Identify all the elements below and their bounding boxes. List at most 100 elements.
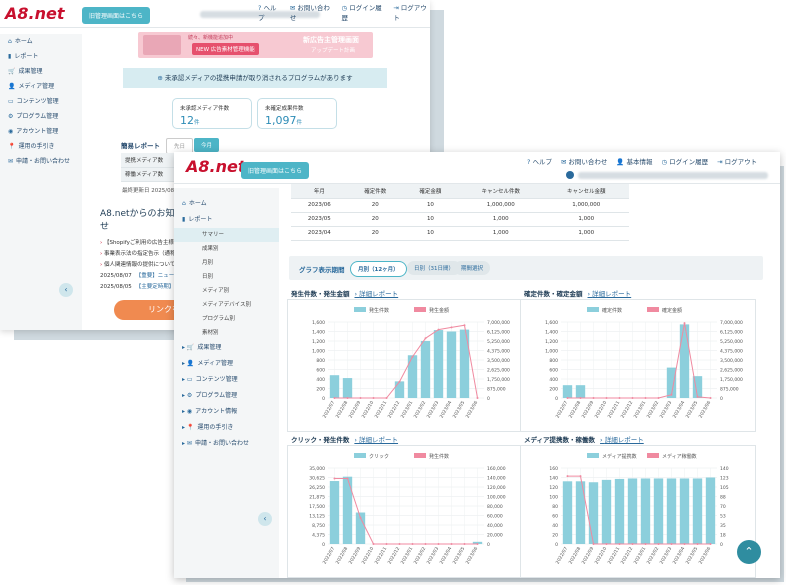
x-tick-label: 2023/03 [426, 546, 441, 565]
bar [679, 324, 690, 398]
y-tick-right: 70 [720, 504, 726, 510]
sidebar-item[interactable]: ⚙ プログラム管理 [0, 109, 82, 124]
sidebar-icon: ▮ [182, 216, 186, 223]
report-sub-item[interactable]: プログラム別 [174, 312, 279, 326]
line-point [333, 397, 336, 399]
nav-front_window-4[interactable]: ⇥ ログアウト [717, 156, 757, 166]
y-tick-right: 6,125,000 [720, 330, 743, 336]
x-tick-label: 2022/09 [581, 546, 596, 565]
legend-swatch-bar [587, 307, 599, 312]
x-tick-label: 2022/11 [374, 546, 389, 565]
period-daily-button[interactable]: 日別（31日間） [407, 261, 461, 275]
sidebar-item[interactable]: ▮ レポート [174, 212, 279, 228]
a8net-logo[interactable]: A8.net [5, 4, 64, 23]
chart-svg: メディア提携数 メディア稼働数 0 0 20 18 40 35 60 53 80 70 100 88 120… [549, 453, 729, 565]
old-screen-button[interactable]: 旧管理画面はこちら [241, 162, 310, 179]
y-tick-left: 0 [555, 542, 558, 548]
sidebar-item[interactable]: ▮ レポート [0, 49, 82, 64]
line-point [618, 543, 621, 545]
legend-swatch-line [414, 453, 426, 458]
sidebar-item[interactable]: 🛒 成果管理 [0, 64, 82, 79]
report-sub-item[interactable]: 成果別 [174, 242, 279, 256]
sidebar-collapse-button[interactable]: ‹ [258, 512, 272, 526]
sidebar-item[interactable]: ⌂ ホーム [174, 196, 279, 212]
report-sub-item[interactable]: 日別 [174, 270, 279, 284]
bar [342, 476, 353, 544]
nav-back_window-1[interactable]: ✉ お問い合わせ [290, 2, 333, 22]
table-cell: 10 [402, 198, 459, 213]
top-nav: ? ヘルプ ✉ お問い合わせ ◷ ログイン履歴 ⇥ ログアウト [258, 2, 430, 22]
report-sub-item[interactable]: メディアデバイス別 [174, 298, 279, 312]
sidebar-icon: ⚙ [8, 113, 14, 120]
legend-swatch-line [414, 307, 426, 312]
legend-swatch-line [647, 453, 659, 458]
nav-front_window-3[interactable]: ◷ ログイン履歴 [662, 156, 709, 166]
sidebar-item[interactable]: 👤 メディア管理 [0, 79, 82, 94]
card-unapproved-media[interactable]: 未承認メディア件数 12件 [172, 98, 252, 129]
sidebar-item[interactable]: ▭ コンテンツ管理 [0, 94, 82, 109]
card-value: 1,097件 [265, 114, 303, 127]
nav-front_window-0[interactable]: ? ヘルプ [527, 156, 552, 166]
sidebar-item[interactable]: ✉ 申請・お問い合わせ [0, 154, 82, 169]
report-window: A8.net 旧管理画面はこちら ? ヘルプ ✉ お問い合わせ 👤 基本情報 ◷ ログイン履歴… [174, 152, 780, 578]
sidebar-collapse-button[interactable]: ‹ [59, 283, 73, 297]
report-sub-item[interactable]: メディア別 [174, 284, 279, 298]
report-sub-item[interactable]: サマリー [174, 228, 279, 242]
nav-front_window-2[interactable]: 👤 基本情報 [616, 156, 652, 166]
x-tick-label: 2022/10 [361, 400, 376, 419]
line-point [359, 516, 362, 519]
update-banner[interactable]: 続々、新機能追加中 NEW 広告素材管理機能 新広告主管理画面 アップデート計画 [138, 32, 373, 58]
detail-report-link[interactable]: › 詳細レポート [354, 436, 398, 444]
y-tick-left: 400 [316, 377, 325, 383]
column-header: キャンセル件数 [458, 184, 544, 199]
y-tick-right: 105 [720, 485, 729, 491]
detail-report-link[interactable]: › 詳細レポート [600, 436, 644, 444]
sidebar-item[interactable]: ▸ 🛒 成果管理 [174, 340, 279, 356]
period-monthly-button[interactable]: 月別（12ヶ月） [350, 261, 407, 277]
old-screen-button[interactable]: 旧管理画面はこちら [82, 7, 151, 24]
line-point [709, 543, 712, 545]
nav-front_window-1[interactable]: ✉ お問い合わせ [561, 156, 607, 166]
sidebar-item[interactable]: ▸ 👤 メディア管理 [174, 356, 279, 372]
detail-report-link[interactable]: › 詳細レポート [588, 290, 632, 298]
chart-panel: メディア提携数 メディア稼働数 0 0 20 18 40 35 60 53 80 70 100 88 120… [520, 445, 756, 578]
line-point [644, 397, 647, 399]
notice-bar[interactable]: ⊕ 未承認メディアの提携申請が取り消されるプログラムがあります [123, 68, 387, 88]
y-tick-right: 88 [720, 495, 726, 501]
news-link[interactable]: 【主要定時期】 [136, 284, 175, 290]
period-range-button[interactable]: 期間選択 [454, 261, 491, 275]
x-tick-label: 2023/01 [633, 400, 648, 419]
sidebar-icon: 📍 [186, 424, 195, 431]
sidebar-item[interactable]: ▸ ✉ 申請・お問い合わせ [174, 436, 279, 452]
sidebar-item[interactable]: ◉ アカウント管理 [0, 124, 82, 139]
y-tick-right: 100,000 [487, 495, 506, 501]
report-sub-item[interactable]: 素材別 [174, 326, 279, 340]
report-sub-item[interactable]: 月別 [174, 256, 279, 270]
sidebar-icon: ⌂ [182, 200, 186, 207]
news-link[interactable]: 【重要】ニュース [136, 273, 180, 279]
nav-back_window-0[interactable]: ? ヘルプ [258, 2, 281, 22]
sidebar-item[interactable]: ⌂ ホーム [0, 34, 82, 49]
x-tick-label: 2023/05 [685, 546, 700, 565]
x-tick-label: 2023/01 [400, 546, 415, 565]
card-unconfirmed[interactable]: 未確定成果件数 1,097件 [257, 98, 337, 129]
sidebar-item[interactable]: 📍 運用の手引き [0, 139, 82, 154]
nav-back_window-2[interactable]: ◷ ログイン履歴 [342, 2, 385, 22]
notice-text: 未承認メディアの提携申請が取り消されるプログラムがあります [164, 74, 353, 82]
sidebar-item[interactable]: ▸ 📍 運用の手引き [174, 420, 279, 436]
row-label: 提携メディア数 [121, 153, 181, 168]
detail-report-link[interactable]: › 詳細レポート [355, 290, 399, 298]
line-point [398, 543, 401, 545]
line-point [579, 475, 582, 478]
sidebar-item[interactable]: ▸ ◉ アカウント情報 [174, 404, 279, 420]
sidebar-item[interactable]: ▸ ▭ コンテンツ管理 [174, 372, 279, 388]
nav-back_window-3[interactable]: ⇥ ログアウト [393, 2, 430, 22]
y-tick-left: 140 [549, 476, 558, 482]
x-tick-label: 2022/07 [322, 546, 337, 565]
scroll-top-button[interactable]: ⌃ [737, 540, 761, 564]
this-month-button[interactable]: 今月 [194, 138, 220, 152]
a8net-logo[interactable]: A8.net [186, 157, 245, 176]
table-cell: 2023/04 [291, 226, 348, 241]
sidebar-label: 成果管理 [18, 68, 43, 75]
sidebar-item[interactable]: ▸ ⚙ プログラム管理 [174, 388, 279, 404]
